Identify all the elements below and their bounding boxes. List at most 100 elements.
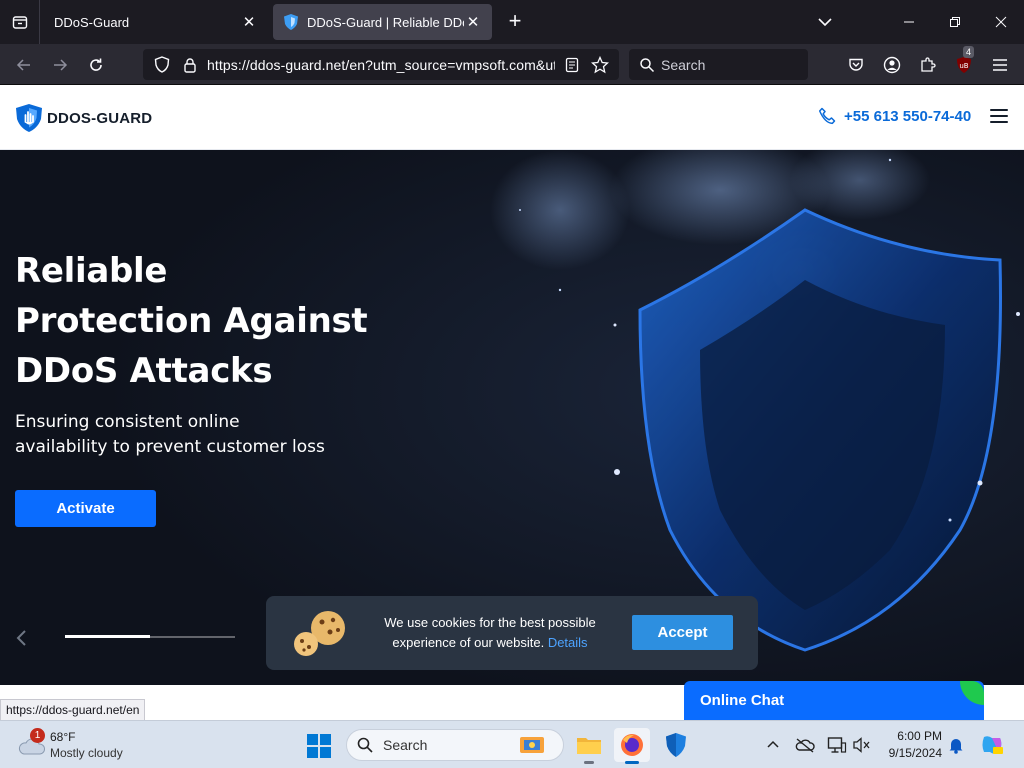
search-icon xyxy=(357,737,373,753)
search-bar[interactable]: Search xyxy=(629,49,808,80)
volume-muted-icon[interactable] xyxy=(852,735,872,755)
tab-title: DDoS-Guard xyxy=(54,14,130,30)
phone-link[interactable]: +55 613 550-74-40 xyxy=(818,107,971,125)
close-tab-icon[interactable]: ✕ xyxy=(240,13,258,31)
tab-ddos-guard[interactable]: DDoS-Guard ✕ xyxy=(44,4,268,40)
restore-button[interactable] xyxy=(932,0,978,44)
hero-title-line: DDoS Attacks xyxy=(15,351,273,391)
address-bar[interactable]: https://ddos-guard.net/en?utm_source=vmp… xyxy=(143,49,619,80)
phone-icon xyxy=(818,107,836,125)
weather-widget[interactable]: 1 68°F Mostly cloudy xyxy=(14,728,154,762)
slider-progress-fill xyxy=(65,635,150,638)
search-highlight-icon xyxy=(520,737,544,753)
ublock-shield-icon: uB xyxy=(957,57,971,73)
tab-list-button[interactable] xyxy=(0,0,40,44)
hero-section: Reliable Protection Against DDoS Attacks… xyxy=(0,150,1024,685)
extensions-button[interactable] xyxy=(915,52,941,78)
notification-bell-icon[interactable] xyxy=(946,735,966,755)
tab-list-icon xyxy=(12,16,27,29)
site-header: DDOS-GUARD +55 613 550-74-40 xyxy=(0,85,1024,150)
cookie-message: We use cookies for the best possible exp… xyxy=(378,613,602,653)
phone-number[interactable]: +55 613 550-74-40 xyxy=(844,108,971,125)
defender-shield-icon xyxy=(666,733,686,757)
cookie-icon xyxy=(294,611,345,656)
taskbar-search[interactable]: Search xyxy=(346,729,564,761)
windows-taskbar: 1 68°F Mostly cloudy Search 6:00 PM 9/15… xyxy=(0,720,1024,768)
display-network-icon[interactable] xyxy=(827,735,847,755)
slider-progress xyxy=(65,635,235,638)
search-icon xyxy=(640,57,655,72)
shield-logo-icon xyxy=(16,104,42,132)
reload-button[interactable] xyxy=(83,52,109,78)
new-tab-button[interactable]: + xyxy=(504,10,526,34)
hero-title: Reliable Protection Against DDoS Attacks xyxy=(15,246,415,396)
search-placeholder: Search xyxy=(661,56,706,73)
cookie-details-link[interactable]: Details xyxy=(548,635,588,650)
forward-button[interactable] xyxy=(47,52,73,78)
onedrive-offline-icon[interactable] xyxy=(795,735,815,755)
online-chat-widget[interactable]: Online Chat xyxy=(684,681,984,720)
navigation-toolbar: https://ddos-guard.net/en?utm_source=vmp… xyxy=(0,44,1024,85)
tab-title: DDoS-Guard | Reliable DDoS Pr xyxy=(307,14,464,30)
accept-cookies-button[interactable]: Accept xyxy=(632,615,733,650)
hero-subtitle-line: Ensuring consistent online xyxy=(15,412,240,432)
close-icon xyxy=(995,16,1007,28)
copilot-icon[interactable] xyxy=(980,735,1004,755)
forward-arrow-icon xyxy=(54,59,68,71)
weather-temperature: 68°F xyxy=(50,730,76,744)
taskbar-search-placeholder: Search xyxy=(383,737,428,753)
close-window-button[interactable] xyxy=(978,0,1024,44)
taskbar-firefox[interactable] xyxy=(614,728,650,764)
weather-alert-badge: 1 xyxy=(30,728,45,743)
list-all-tabs-chevron-icon[interactable] xyxy=(814,12,836,32)
reload-icon xyxy=(90,58,102,71)
chat-label[interactable]: Online Chat xyxy=(700,692,784,709)
browser-tab-bar: DDoS-Guard ✕ DDoS-Guard | Reliable DDoS … xyxy=(0,0,1024,44)
minimize-button[interactable] xyxy=(886,0,932,44)
pocket-icon xyxy=(849,58,863,71)
app-menu-button[interactable] xyxy=(987,52,1013,78)
lock-icon[interactable] xyxy=(179,54,201,76)
ublock-origin-button[interactable]: uB 4 xyxy=(951,46,977,78)
hamburger-menu-icon xyxy=(993,59,1007,71)
tracking-protection-shield-icon[interactable] xyxy=(151,54,173,76)
extension-badge: 4 xyxy=(963,46,975,58)
cookie-banner: We use cookies for the best possible exp… xyxy=(266,596,758,670)
cookie-line: experience of our website. xyxy=(392,635,545,650)
bookmark-star-icon[interactable] xyxy=(589,54,611,76)
clock-date: 9/15/2024 xyxy=(888,746,942,760)
folder-icon xyxy=(577,738,601,754)
shield-favicon-icon xyxy=(283,14,299,30)
hero-subtitle: Ensuring consistent online availability … xyxy=(15,410,345,460)
back-button[interactable] xyxy=(11,52,37,78)
slider-prev-button[interactable] xyxy=(14,628,30,648)
restore-icon xyxy=(950,17,960,27)
pocket-button[interactable] xyxy=(843,52,869,78)
url-text[interactable]: https://ddos-guard.net/en?utm_source=vmp… xyxy=(207,57,555,73)
chat-online-indicator xyxy=(960,681,984,705)
minimize-icon xyxy=(904,21,914,23)
puzzle-icon xyxy=(921,57,936,72)
tab-ddos-guard-active[interactable]: DDoS-Guard | Reliable DDoS Pr ✕ xyxy=(273,4,492,40)
logo-text: DDOS-GUARD xyxy=(47,109,153,127)
cookie-line: We use cookies for the best possible xyxy=(384,615,596,630)
taskbar-file-explorer[interactable] xyxy=(571,728,607,764)
hero-subtitle-line: availability to prevent customer loss xyxy=(15,437,325,457)
firefox-icon xyxy=(621,734,643,756)
chevron-left-icon xyxy=(16,630,26,646)
hero-title-line: Reliable xyxy=(15,251,168,291)
reader-view-icon[interactable] xyxy=(561,54,583,76)
taskbar-windows-security[interactable] xyxy=(658,728,694,762)
activate-button[interactable]: Activate xyxy=(15,490,156,527)
back-arrow-icon xyxy=(16,59,30,71)
show-hidden-icons-chevron-up-icon[interactable] xyxy=(763,735,783,755)
ddos-guard-logo[interactable]: DDOS-GUARD xyxy=(14,103,152,133)
start-button[interactable] xyxy=(306,733,334,761)
svg-text:uB: uB xyxy=(959,62,968,70)
weather-condition: Mostly cloudy xyxy=(50,746,123,760)
close-tab-icon[interactable]: ✕ xyxy=(464,13,482,31)
system-clock[interactable]: 6:00 PM 9/15/2024 xyxy=(880,728,942,762)
site-menu-button[interactable] xyxy=(990,109,1008,125)
link-status-bar: https://ddos-guard.net/en xyxy=(0,699,146,721)
account-button[interactable] xyxy=(879,52,905,78)
